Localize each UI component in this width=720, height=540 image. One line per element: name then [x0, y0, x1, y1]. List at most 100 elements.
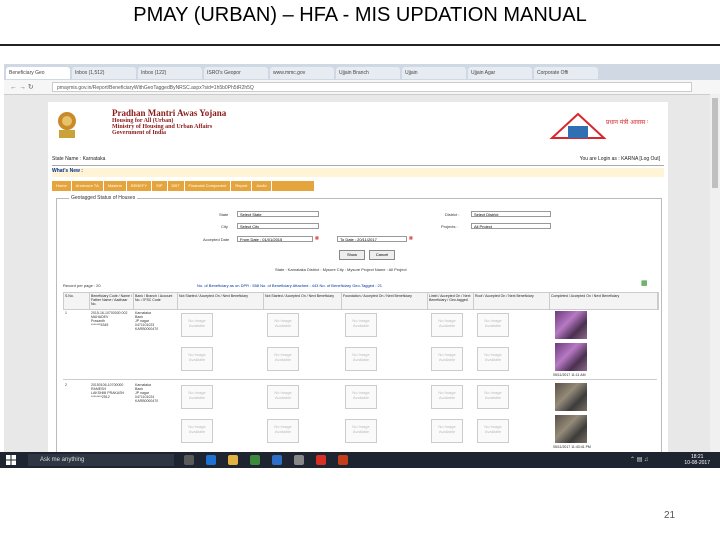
menu-item-audio[interactable]: Audio	[252, 181, 272, 191]
browser-tab[interactable]: Corporate Offi	[534, 67, 598, 79]
col-header: Completed / Accepted On / Next Beneficia…	[550, 293, 658, 309]
windows-start-icon[interactable]	[6, 455, 16, 465]
clock-date: 10-08-2017	[684, 460, 710, 466]
app-icon[interactable]	[294, 455, 304, 465]
brand-government: Government of India	[112, 130, 166, 136]
login-status[interactable]: You are Login as : KARNA [Log Out]	[580, 156, 660, 162]
table-header: S.No. Beneficiary Code / Name / Father N…	[63, 292, 659, 310]
back-forward-reload-icons[interactable]: ← → ↻	[10, 83, 34, 91]
district-select[interactable]: Select District	[471, 211, 551, 217]
geotag-status-panel: Geotagged Status of Houses State Select …	[56, 195, 662, 456]
house-photo[interactable]	[555, 415, 587, 443]
no-image-placeholder: No Image Available	[345, 419, 377, 443]
no-image-placeholder: No Image Available	[181, 419, 213, 443]
web-page: Pradhan Mantri Awas Yojana Housing for A…	[48, 102, 668, 456]
accepted-date-label: Accepted Date	[203, 237, 230, 242]
menu-item-benefy[interactable]: BENEFY	[127, 181, 153, 191]
browser-tab[interactable]: Ujjain Branch	[336, 67, 400, 79]
calendar-icon[interactable]: ▦	[315, 235, 319, 240]
edge-browser-icon[interactable]	[206, 455, 216, 465]
no-image-placeholder: No Image Available	[431, 419, 463, 443]
state-bar: State Name : Karnataka You are Login as …	[52, 156, 664, 166]
menu-item-report[interactable]: Report	[231, 181, 253, 191]
no-image-placeholder: No Image Available	[181, 313, 213, 337]
file-explorer-icon[interactable]	[228, 455, 238, 465]
row-beneficiary: 2015-16-10700000 002 MAHADEV Prasanth **…	[91, 311, 128, 327]
system-tray-icons[interactable]: ⌃ ▤ ♫	[630, 456, 649, 463]
col-header: Not Started / Accepted On / Next Benefic…	[264, 293, 342, 309]
no-image-placeholder: No Image Available	[477, 419, 509, 443]
slide-page-number: 21	[664, 510, 676, 521]
task-view-icon[interactable]	[184, 455, 194, 465]
browser-tab[interactable]: Ujjain	[402, 67, 466, 79]
no-image-placeholder: No Image Available	[345, 347, 377, 371]
col-header: Bank / Branch / Account No. / IFSC Code	[134, 293, 178, 309]
col-header: Not Started / Accepted On / Next Benefic…	[178, 293, 264, 309]
to-date-input[interactable]: To Date : 20/11/2017	[337, 236, 407, 242]
menu-item-home[interactable]: Home	[52, 181, 72, 191]
browser-tab[interactable]: Ujjain Agar	[468, 67, 532, 79]
logo-text: प्रधान मंत्री आवास योजना	[606, 118, 648, 126]
calendar-icon[interactable]: ▦	[409, 235, 413, 240]
page-scrollbar[interactable]	[710, 94, 720, 454]
city-select[interactable]: Select City	[237, 223, 319, 229]
taskbar-clock[interactable]: 18:21 10-08-2017	[684, 454, 710, 466]
house-photo[interactable]	[555, 311, 587, 339]
panel-legend: Geotagged Status of Houses	[69, 195, 138, 201]
browser-tab[interactable]: Inbox (1,512)	[72, 67, 136, 79]
powerpoint-icon[interactable]	[338, 455, 348, 465]
export-excel-icon[interactable]: ▦	[641, 279, 648, 287]
browser-tab-bar: Beneficiary Geo Inbox (1,512) Inbox (122…	[4, 64, 720, 80]
browser-tab[interactable]: Inbox (122)	[138, 67, 202, 79]
no-image-placeholder: No Image Available	[477, 347, 509, 371]
row-beneficiary: 20150106-10700000 RAMESH LAKSHMI PRAKASH…	[91, 383, 125, 399]
no-image-placeholder: No Image Available	[431, 347, 463, 371]
menu-item-annexure[interactable]: Annexure 7A	[72, 181, 104, 191]
pmay-logo-icon: प्रधान मंत्री आवास योजना	[549, 112, 648, 139]
projects-select[interactable]: All Project	[471, 223, 551, 229]
col-header: Foundation / Accepted On / Next Benefici…	[342, 293, 428, 309]
no-image-placeholder: No Image Available	[267, 385, 299, 409]
city-label: City	[221, 224, 228, 229]
row-bank: Karnataka Bank JP nagar 0471101023 KARB0…	[135, 311, 159, 331]
show-button[interactable]: Show	[339, 250, 365, 260]
house-photo[interactable]	[555, 383, 587, 411]
government-emblem-icon	[58, 112, 76, 138]
state-label: State	[219, 212, 229, 217]
records-per-page[interactable]: Record per page : 20	[63, 283, 101, 288]
chrome-icon[interactable]	[316, 455, 326, 465]
col-header: Lintel / Accepted On / Next Beneficiary …	[428, 293, 474, 309]
scrollbar-thumb[interactable]	[712, 98, 718, 188]
title-divider	[0, 44, 720, 46]
col-header: Beneficiary Code / Name / Father Name / …	[90, 293, 134, 309]
no-image-placeholder: No Image Available	[267, 419, 299, 443]
row-sno: 2	[65, 383, 67, 387]
store-icon[interactable]	[250, 455, 260, 465]
projects-label: Projects :	[441, 224, 458, 229]
no-image-placeholder: No Image Available	[267, 347, 299, 371]
filter-info: State : Karnataka District : Mysore City…	[275, 267, 407, 272]
photo-timestamp: 05/11/2017 11:43:41 PM	[553, 445, 591, 449]
browser-tab[interactable]: Beneficiary Geo	[6, 67, 70, 79]
browser-tab[interactable]: www.mmc.gov	[270, 67, 334, 79]
whats-new-bar: What's New :	[52, 168, 664, 177]
no-image-placeholder: No Image Available	[345, 313, 377, 337]
menu-item-masters[interactable]: Masters	[104, 181, 128, 191]
no-image-placeholder: No Image Available	[267, 313, 299, 337]
menu-item-financial[interactable]: Financial Component	[185, 181, 232, 191]
taskbar-search-input[interactable]: Ask me anything	[28, 454, 174, 466]
cancel-button[interactable]: Cancel	[369, 250, 395, 260]
from-date-input[interactable]: From Date : 01/01/2015	[237, 236, 313, 242]
no-image-placeholder: No Image Available	[431, 385, 463, 409]
menu-item-dbt[interactable]: DBT	[168, 181, 185, 191]
menu-item-sip[interactable]: SIP	[152, 181, 168, 191]
address-input[interactable]: pmaymis.gov.in/Report/BeneficiaryWithGeo…	[52, 82, 692, 92]
browser-tab[interactable]: ISRO's Geopor	[204, 67, 268, 79]
state-select[interactable]: Select State	[237, 211, 319, 217]
site-brand: Pradhan Mantri Awas Yojana Housing for A…	[112, 108, 226, 136]
no-image-placeholder: No Image Available	[345, 385, 377, 409]
brand-title: Pradhan Mantri Awas Yojana	[112, 108, 227, 118]
house-photo[interactable]	[555, 343, 587, 371]
mail-icon[interactable]	[272, 455, 282, 465]
address-bar-row: ← → ↻ pmaymis.gov.in/Report/BeneficiaryW…	[4, 80, 720, 95]
